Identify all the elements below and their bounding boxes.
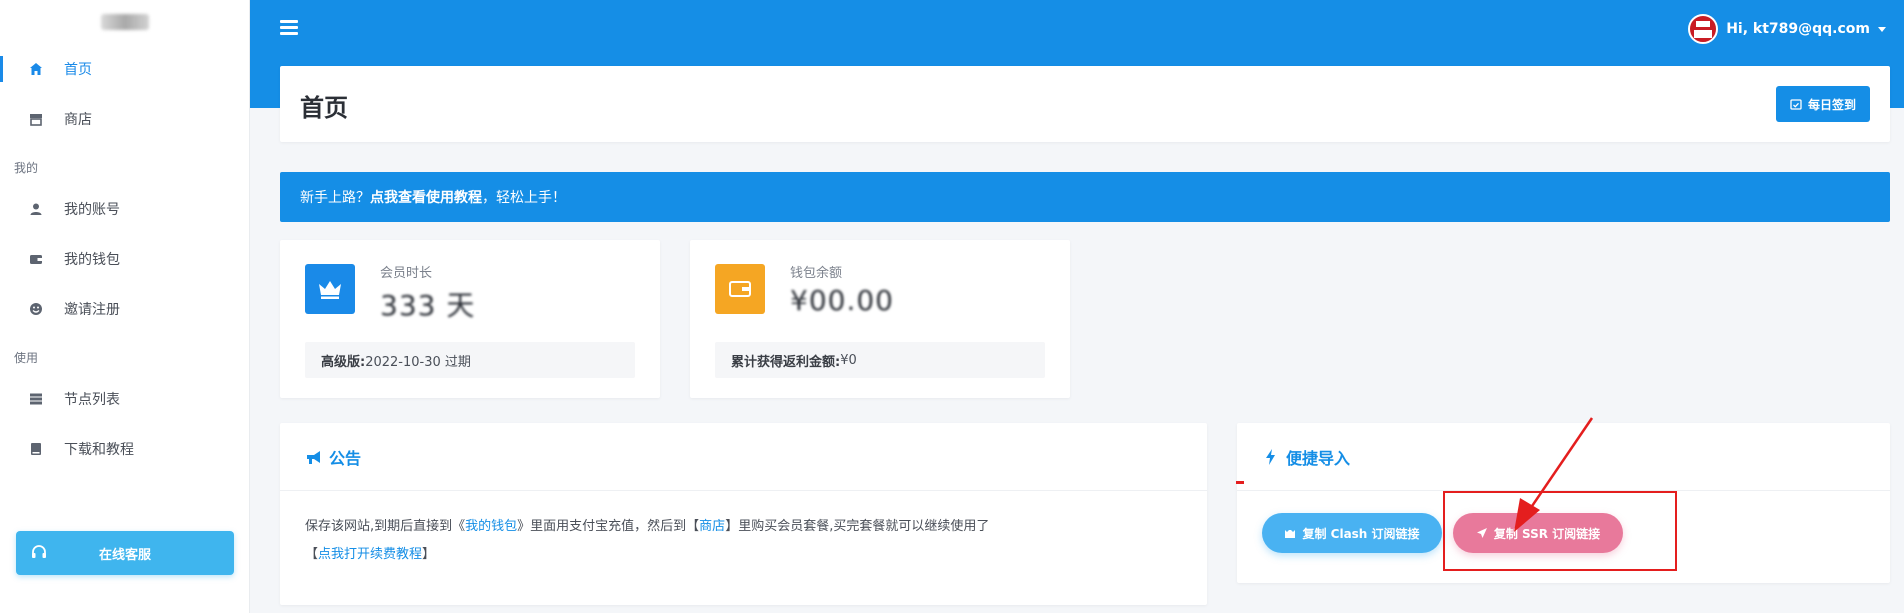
renewal-tutorial-link[interactable]: 点我打开续费教程 — [318, 547, 422, 562]
plan-name: 高级版: — [321, 354, 366, 370]
home-icon — [28, 61, 44, 77]
page-title-card: 首页 每日签到 — [280, 66, 1890, 142]
copy-clash-label: 复制 Clash 订阅链接 — [1302, 526, 1420, 541]
menu-toggle-icon[interactable] — [280, 20, 298, 36]
sidebar-item-label: 商店 — [64, 112, 92, 128]
membership-card: 会员时长 333 天 高级版: 2022-10-30 过期 — [280, 240, 660, 398]
sidebar-item-label: 下载和教程 — [64, 442, 134, 458]
wallet-icon — [28, 251, 44, 267]
sidebar-item-label: 邀请注册 — [64, 302, 120, 318]
book-icon — [28, 441, 44, 457]
copy-clash-button[interactable]: 复制 Clash 订阅链接 — [1262, 513, 1442, 553]
wallet-icon — [715, 264, 765, 314]
user-icon — [28, 201, 44, 217]
wallet-card: 钱包余额 ¥00.00 累计获得返利金额: ¥0 — [690, 240, 1070, 398]
wallet-link[interactable]: 我的钱包 — [465, 519, 517, 534]
sidebar-section-mine: 我的 — [14, 161, 39, 175]
expiry-date: 2022-10-30 过期 — [365, 354, 471, 370]
sidebar-item-home[interactable]: 首页 — [0, 44, 249, 94]
sidebar-item-label: 节点列表 — [64, 392, 120, 408]
store-icon — [28, 111, 44, 127]
sidebar-item-label: 我的钱包 — [64, 252, 120, 268]
membership-value: 333 天 — [380, 289, 476, 322]
rebate-label: 累计获得返利金额: — [731, 354, 841, 370]
tutorial-link[interactable]: 点我查看使用教程 — [370, 187, 482, 207]
sidebar-item-account[interactable]: 我的账号 — [0, 184, 249, 234]
bolt-icon — [1262, 448, 1280, 466]
megaphone-icon — [305, 448, 323, 466]
calendar-check-icon — [1790, 98, 1802, 110]
server-icon — [28, 391, 44, 407]
user-email: Hi, kt789@qq.com — [1726, 21, 1870, 37]
sidebar-item-invite[interactable]: 邀请注册 — [0, 284, 249, 334]
annotation-tick — [1236, 481, 1244, 484]
wallet-label: 钱包余额 — [790, 266, 843, 281]
avatar — [1688, 14, 1719, 44]
wallet-balance: ¥00.00 — [790, 284, 894, 317]
sidebar-item-label: 我的账号 — [64, 202, 120, 218]
sidebar: 首页 商店 我的 我的账号 我的钱包 邀请注册 使用 节点列表 下载和教程 在线… — [0, 0, 250, 613]
brand-logo[interactable] — [0, 0, 249, 44]
announcement-text: 【 — [305, 547, 319, 562]
store-link[interactable]: 商店 — [699, 519, 725, 534]
online-support-label: 在线客服 — [98, 547, 151, 563]
tutorial-alert: 新手上路？ 点我查看使用教程 ，轻松上手！ — [280, 172, 1890, 222]
sidebar-item-wallet[interactable]: 我的钱包 — [0, 234, 249, 284]
crown-icon — [305, 264, 355, 314]
sidebar-item-label: 首页 — [64, 62, 92, 78]
announcement-line-2: 【点我打开续费教程】 — [305, 541, 1182, 569]
sidebar-item-downloads[interactable]: 下载和教程 — [0, 424, 249, 474]
online-support-button[interactable]: 在线客服 — [16, 531, 234, 575]
alert-prefix: 新手上路？ — [300, 190, 370, 206]
daily-checkin-label: 每日签到 — [1807, 97, 1856, 112]
announcement-text: 】 — [422, 547, 436, 562]
announcement-text: 】里购买会员套餐,买完套餐就可以继续使用了 — [725, 519, 990, 534]
announcement-line-1: 保存该网站,到期后直接到《我的钱包》里面用支付宝充值，然后到【商店】里购买会员套… — [305, 513, 1182, 541]
chevron-down-icon — [1878, 26, 1886, 32]
smile-icon — [28, 301, 44, 317]
sidebar-item-nodes[interactable]: 节点列表 — [0, 374, 249, 424]
rebate-total: 累计获得返利金额: ¥0 — [715, 342, 1045, 378]
announcement-text: 》里面用支付宝充值，然后到【 — [517, 519, 700, 534]
rebate-value: ¥0 — [840, 352, 857, 368]
announcement-header: 公告 — [280, 423, 1207, 491]
daily-checkin-button[interactable]: 每日签到 — [1775, 86, 1870, 122]
sidebar-item-store[interactable]: 商店 — [0, 94, 249, 144]
membership-label: 会员时长 — [380, 266, 433, 281]
page-title: 首页 — [300, 94, 348, 122]
alert-suffix: ，轻松上手！ — [482, 190, 566, 206]
membership-expiry: 高级版: 2022-10-30 过期 — [305, 342, 635, 378]
user-menu[interactable]: Hi, kt789@qq.com — [1688, 14, 1886, 44]
headset-icon — [30, 544, 48, 562]
announcement-title: 公告 — [329, 448, 362, 468]
quick-import-title: 便捷导入 — [1286, 448, 1351, 468]
sidebar-section-use: 使用 — [14, 351, 39, 365]
announcement-card: 公告 保存该网站,到期后直接到《我的钱包》里面用支付宝充值，然后到【商店】里购买… — [280, 423, 1207, 605]
cat-icon — [1284, 527, 1296, 539]
announcement-body: 保存该网站,到期后直接到《我的钱包》里面用支付宝充值，然后到【商店】里购买会员套… — [280, 491, 1207, 591]
announcement-text: 保存该网站,到期后直接到《 — [305, 519, 466, 534]
annotation-arrow-icon — [1514, 417, 1594, 532]
